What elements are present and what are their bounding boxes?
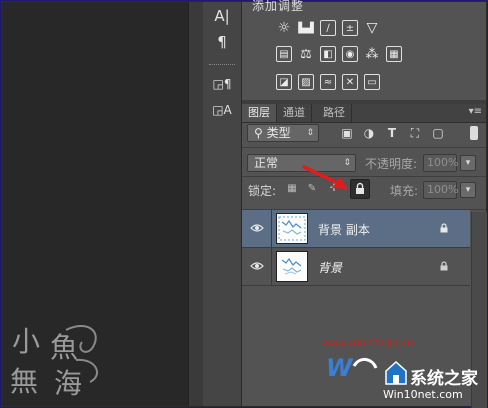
annotation-arrow bbox=[302, 165, 348, 189]
lock-label: 锁定: bbox=[248, 184, 277, 198]
selective-color-icon[interactable]: ✕ bbox=[342, 74, 358, 90]
lock-all-button[interactable] bbox=[350, 179, 370, 199]
search-icon: ⚲ bbox=[254, 126, 267, 140]
layers-tabs: 图层 通道 路径 ▾≡ bbox=[242, 104, 486, 123]
visibility-eye-icon[interactable] bbox=[250, 259, 264, 273]
adjustments-row-3: ◪ ▨ ≈ ✕ ▭ bbox=[276, 74, 380, 90]
panel-divider[interactable] bbox=[188, 2, 204, 406]
watermark-char: 海 bbox=[54, 367, 83, 400]
filter-toggle[interactable] bbox=[470, 126, 478, 140]
filter-pixel-icon[interactable]: ▣ bbox=[340, 126, 354, 140]
color-balance-icon[interactable]: ⚖ bbox=[298, 46, 314, 62]
row-divider bbox=[271, 210, 272, 247]
watermark-url: www.win7zhijia.cn bbox=[322, 338, 414, 349]
spinner-icon: ⇕ bbox=[306, 128, 314, 138]
filter-kind-select[interactable]: ⚲ 类型 ⇕ bbox=[247, 124, 319, 142]
invert-icon[interactable]: ◪ bbox=[276, 74, 292, 90]
row-divider bbox=[271, 248, 272, 285]
tool-separator bbox=[209, 64, 235, 67]
fill-label: 填充: bbox=[390, 184, 419, 198]
filter-kind-value: 类型 bbox=[266, 126, 291, 140]
panel-menu-icon[interactable]: ▾≡ bbox=[469, 104, 482, 120]
channel-mixer-icon[interactable]: ⁂ bbox=[364, 46, 380, 62]
house-logo-icon bbox=[385, 360, 407, 385]
layer-thumbnail bbox=[276, 213, 308, 244]
layer-thumbnail bbox=[276, 251, 308, 282]
tab-layers[interactable]: 图层 bbox=[242, 104, 277, 122]
adjustments-row-2: ▤ ⚖ ◧ ◉ ⁂ ▦ bbox=[276, 46, 402, 62]
character-panel-icon[interactable]: A| bbox=[211, 6, 233, 26]
tab-channels[interactable]: 通道 bbox=[277, 104, 312, 122]
blend-mode-value: 正常 bbox=[254, 156, 279, 170]
watermark-char: 魚 bbox=[50, 331, 79, 364]
watermark-win-url: Win10net.com bbox=[383, 388, 463, 401]
levels-icon[interactable]: ▙▟ bbox=[298, 20, 314, 36]
fill-input[interactable]: 100% bbox=[423, 181, 458, 199]
layer-name[interactable]: 背景 bbox=[318, 259, 342, 276]
separator bbox=[242, 176, 486, 177]
lock-icon bbox=[356, 182, 364, 194]
opacity-input[interactable]: 100% bbox=[423, 154, 458, 172]
adjustments-title: 添加调整 bbox=[252, 0, 305, 13]
exposure-icon[interactable]: ± bbox=[342, 20, 358, 36]
layer-row[interactable]: 背景 bbox=[242, 248, 470, 286]
hue-saturation-icon[interactable]: ▤ bbox=[276, 46, 292, 62]
watermark-char: 小 bbox=[12, 325, 41, 358]
layer-lock-icon bbox=[440, 261, 448, 271]
filter-smart-object-icon[interactable]: ▢ bbox=[431, 126, 445, 140]
posterize-icon[interactable]: ▨ bbox=[298, 74, 314, 90]
collapsed-tool-panel: A| ¶ ◲¶ ◲A bbox=[203, 2, 242, 406]
visibility-eye-icon[interactable] bbox=[250, 221, 264, 235]
layer-row[interactable]: 背景 副本 bbox=[242, 210, 470, 248]
svg-text:W: W bbox=[326, 354, 354, 382]
curves-icon[interactable]: ∕ bbox=[320, 20, 336, 36]
tab-paths[interactable]: 路径 bbox=[317, 104, 352, 122]
threshold-icon[interactable]: ≈ bbox=[320, 74, 336, 90]
gradient-map-icon[interactable]: ▭ bbox=[364, 74, 380, 90]
black-white-icon[interactable]: ◧ bbox=[320, 46, 336, 62]
layer-lock-icon bbox=[440, 223, 448, 233]
paragraph-panel-icon[interactable]: ¶ bbox=[211, 32, 233, 52]
opacity-dropdown-icon[interactable]: ▾ bbox=[460, 155, 476, 171]
vibrance-icon[interactable]: ▽ bbox=[364, 20, 380, 36]
paragraph-style-icon[interactable]: ◲¶ bbox=[211, 74, 233, 94]
separator bbox=[242, 147, 486, 148]
color-lookup-icon[interactable]: ▦ bbox=[386, 46, 402, 62]
fill-dropdown-icon[interactable]: ▾ bbox=[460, 182, 476, 198]
brightness-icon[interactable]: ☼ bbox=[276, 20, 292, 36]
filter-type-icon[interactable]: T bbox=[385, 126, 399, 140]
lock-transparent-icon[interactable]: ▦ bbox=[286, 183, 298, 195]
filter-shape-icon[interactable]: ⛶ bbox=[408, 126, 422, 140]
layer-name[interactable]: 背景 副本 bbox=[318, 221, 370, 238]
filter-adjustment-icon[interactable]: ◑ bbox=[362, 126, 376, 140]
watermark-char: 無 bbox=[10, 365, 39, 398]
photo-filter-icon[interactable]: ◉ bbox=[342, 46, 358, 62]
watermark-brand: 系统之家 bbox=[410, 369, 478, 389]
character-style-icon[interactable]: ◲A bbox=[211, 100, 233, 120]
windows-logo-icon: W bbox=[326, 354, 378, 382]
corner-watermark: 小 魚 無 海 bbox=[6, 320, 116, 400]
opacity-label: 不透明度: bbox=[365, 157, 418, 171]
adjustments-row-1: ☼ ▙▟ ∕ ± ▽ bbox=[276, 20, 380, 36]
